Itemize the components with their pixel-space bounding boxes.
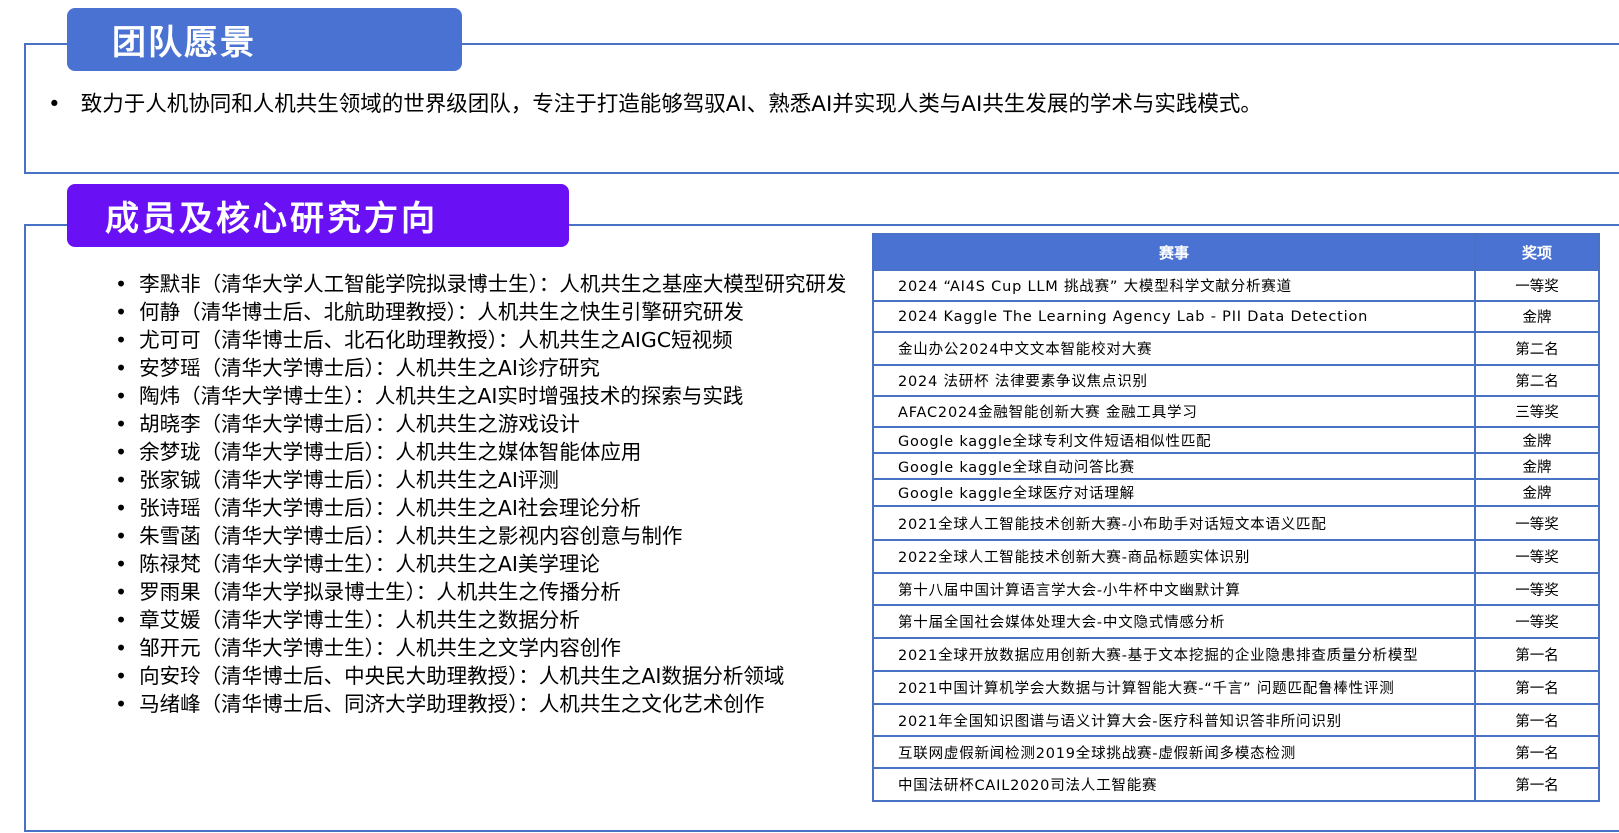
award-event: 2024 Kaggle The Learning Agency Lab - PI… [872,300,1476,333]
award-prize: 金牌 [1474,426,1600,454]
member-item: 陶炜（清华大学博士生）：人机共生之AI实时增强技术的探索与实践 [115,382,846,410]
award-event: Google kaggle全球医疗对话理解 [872,478,1476,507]
award-row: 第十届全国社会媒体处理大会-中文隐式情感分析 一等奖 [872,604,1600,639]
award-event: 第十八届中国计算语言学大会-小牛杯中文幽默计算 [872,572,1476,606]
member-item: 章艾媛（清华大学博士生）：人机共生之数据分析 [115,606,846,634]
vision-title-text: 团队愿景 [112,23,256,63]
member-item: 李默非（清华大学人工智能学院拟录博士生）：人机共生之基座大模型研究研发 [115,270,846,298]
award-event: 2021年全国知识图谱与语义计算大会-医疗科普知识答非所问识别 [872,703,1476,737]
award-row: 2021全球开放数据应用创新大赛-基于文本挖掘的企业隐患排查质量分析模型 第一名 [872,637,1600,672]
award-event: 金山办公2024中文文本智能校对大赛 [872,331,1476,366]
award-row: 2024 “AI4S Cup LLM 挑战赛” 大模型科学文献分析赛道 一等奖 [872,269,1600,302]
award-row: 2024 法研杯 法律要素争议焦点识别 第二名 [872,364,1600,397]
award-row: 2022全球人工智能技术创新大赛-商品标题实体识别 一等奖 [872,539,1600,574]
member-item: 尤可可（清华博士后、北石化助理教授）：人机共生之AIGC短视频 [115,326,846,354]
members-section-title: 成员及核心研究方向 [67,184,569,247]
award-event: 第十届全国社会媒体处理大会-中文隐式情感分析 [872,604,1476,639]
awards-header-row: 赛事 奖项 [872,233,1600,271]
award-prize: 第一名 [1474,767,1600,802]
award-prize: 第二名 [1474,364,1600,397]
member-item: 邹开元（清华大学博士生）：人机共生之文学内容创作 [115,634,846,662]
member-item: 张家铖（清华大学博士后）：人机共生之AI评测 [115,466,846,494]
award-event: 2021中国计算机学会大数据与计算智能大赛-“千言” 问题匹配鲁棒性评测 [872,670,1476,705]
vision-section-title: 团队愿景 [67,8,462,71]
vision-text: 致力于人机协同和人机共生领域的世界级团队，专注于打造能够驾驭AI、熟悉AI并实现… [80,92,1262,117]
award-row: 互联网虚假新闻检测2019全球挑战赛-虚假新闻多模态检测 第一名 [872,735,1600,769]
award-row: Google kaggle全球专利文件短语相似性匹配 金牌 [872,426,1600,454]
award-prize: 一等奖 [1474,269,1600,302]
award-row: 第十八届中国计算语言学大会-小牛杯中文幽默计算 一等奖 [872,572,1600,606]
award-row: 2021全球人工智能技术创新大赛-小布助手对话短文本语义匹配 一等奖 [872,505,1600,541]
member-item: 向安玲（清华博士后、中央民大助理教授）：人机共生之AI数据分析领域 [115,662,846,690]
member-item: 胡晓李（清华大学博士后）：人机共生之游戏设计 [115,410,846,438]
award-prize: 金牌 [1474,452,1600,480]
member-item: 何静（清华博士后、北航助理教授）：人机共生之快生引擎研究研发 [115,298,846,326]
award-row: 金山办公2024中文文本智能校对大赛 第二名 [872,331,1600,366]
award-event: 2024 “AI4S Cup LLM 挑战赛” 大模型科学文献分析赛道 [872,269,1476,302]
award-row: 2021年全国知识图谱与语义计算大会-医疗科普知识答非所问识别 第一名 [872,703,1600,737]
award-event: Google kaggle全球专利文件短语相似性匹配 [872,426,1476,454]
award-event: 2021全球开放数据应用创新大赛-基于文本挖掘的企业隐患排查质量分析模型 [872,637,1476,672]
award-row: AFAC2024金融智能创新大赛 金融工具学习 三等奖 [872,395,1600,428]
award-event: 互联网虚假新闻检测2019全球挑战赛-虚假新闻多模态检测 [872,735,1476,769]
award-prize: 三等奖 [1474,395,1600,428]
award-prize: 一等奖 [1474,604,1600,639]
award-prize: 一等奖 [1474,505,1600,541]
award-row: 2024 Kaggle The Learning Agency Lab - PI… [872,300,1600,333]
award-prize: 一等奖 [1474,572,1600,606]
award-prize: 金牌 [1474,300,1600,333]
award-row: Google kaggle全球自动问答比赛 金牌 [872,452,1600,480]
award-event: 2024 法研杯 法律要素争议焦点识别 [872,364,1476,397]
member-item: 罗雨果（清华大学拟录博士生）：人机共生之传播分析 [115,578,846,606]
event-column-header: 赛事 [872,233,1476,271]
bullet-marker: • [48,92,61,117]
award-prize: 金牌 [1474,478,1600,507]
member-item: 朱雪菡（清华大学博士后）：人机共生之影视内容创意与制作 [115,522,846,550]
member-item: 张诗瑶（清华大学博士后）：人机共生之AI社会理论分析 [115,494,846,522]
prize-column-header: 奖项 [1474,233,1600,271]
award-prize: 第一名 [1474,703,1600,737]
award-prize: 第二名 [1474,331,1600,366]
award-event: Google kaggle全球自动问答比赛 [872,452,1476,480]
member-item: 余梦珑（清华大学博士后）：人机共生之媒体智能体应用 [115,438,846,466]
award-prize: 第一名 [1474,735,1600,769]
members-list: 李默非（清华大学人工智能学院拟录博士生）：人机共生之基座大模型研究研发何静（清华… [115,270,846,718]
members-title-text: 成员及核心研究方向 [105,199,438,239]
vision-statement: • 致力于人机协同和人机共生领域的世界级团队，专注于打造能够驾驭AI、熟悉AI并实… [48,87,1262,118]
award-row: 2021中国计算机学会大数据与计算智能大赛-“千言” 问题匹配鲁棒性评测 第一名 [872,670,1600,705]
award-prize: 第一名 [1474,670,1600,705]
award-event: 2022全球人工智能技术创新大赛-商品标题实体识别 [872,539,1476,574]
award-event: 2021全球人工智能技术创新大赛-小布助手对话短文本语义匹配 [872,505,1476,541]
award-event: AFAC2024金融智能创新大赛 金融工具学习 [872,395,1476,428]
award-prize: 第一名 [1474,637,1600,672]
member-item: 安梦瑶（清华大学博士后）：人机共生之AI诊疗研究 [115,354,846,382]
member-item: 陈禄梵（清华大学博士生）：人机共生之AI美学理论 [115,550,846,578]
award-row: 中国法研杯CAIL2020司法人工智能赛 第一名 [872,767,1600,802]
award-row: Google kaggle全球医疗对话理解 金牌 [872,478,1600,507]
member-item: 马绪峰（清华博士后、同济大学助理教授）：人机共生之文化艺术创作 [115,690,846,718]
award-prize: 一等奖 [1474,539,1600,574]
award-event: 中国法研杯CAIL2020司法人工智能赛 [872,767,1476,802]
awards-table: 赛事 奖项 2024 “AI4S Cup LLM 挑战赛” 大模型科学文献分析赛… [872,233,1600,802]
